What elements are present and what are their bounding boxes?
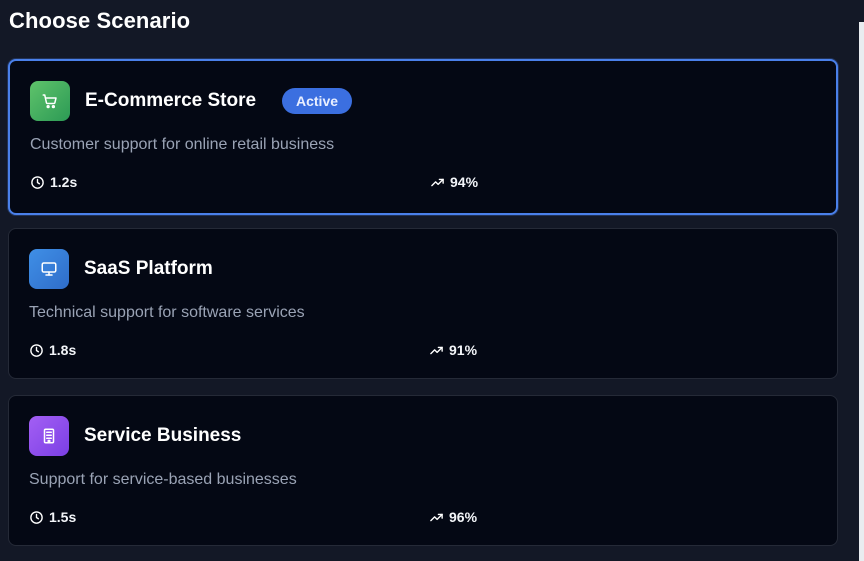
scenario-name: E-Commerce Store xyxy=(85,90,257,111)
building-icon xyxy=(29,416,69,456)
response-time-stat: 1.2s xyxy=(30,174,77,190)
response-time-value: 1.5s xyxy=(49,509,77,525)
scenario-panel: Choose Scenario E-Commerce Store Active … xyxy=(0,0,864,561)
trending-up-icon xyxy=(430,513,443,521)
active-badge: Active xyxy=(282,88,353,114)
clock-icon xyxy=(30,343,43,357)
page-title: Choose Scenario xyxy=(9,8,191,33)
scenario-description: Support for service-based businesses xyxy=(29,471,297,488)
response-time-stat: 1.8s xyxy=(29,342,76,358)
success-rate-stat: 91% xyxy=(429,342,477,358)
clock-icon xyxy=(30,510,43,524)
success-rate-value: 91% xyxy=(449,342,478,358)
trending-up-icon xyxy=(431,178,444,186)
scenario-card-ecommerce[interactable]: E-Commerce Store Active Customer support… xyxy=(8,59,838,215)
response-time-value: 1.8s xyxy=(49,342,77,358)
clock-icon xyxy=(31,175,44,189)
scenario-description: Technical support for software services xyxy=(29,304,305,321)
monitor-icon xyxy=(29,249,69,289)
success-rate-stat: 94% xyxy=(430,174,478,190)
success-rate-stat: 96% xyxy=(429,509,477,525)
scenario-name: SaaS Platform xyxy=(84,258,213,279)
success-rate-value: 94% xyxy=(450,174,479,190)
response-time-stat: 1.5s xyxy=(29,509,76,525)
response-time-value: 1.2s xyxy=(50,174,78,190)
success-rate-value: 96% xyxy=(449,509,478,525)
scenario-name: Service Business xyxy=(84,425,242,446)
scrollbar[interactable] xyxy=(859,22,864,561)
scenario-description: Customer support for online retail busin… xyxy=(30,136,335,153)
shopping-cart-icon xyxy=(30,81,70,121)
scenario-card-saas[interactable]: SaaS Platform Technical support for soft… xyxy=(8,228,838,379)
scenario-card-service[interactable]: Service Business Support for service-bas… xyxy=(8,395,838,546)
trending-up-icon xyxy=(430,346,443,354)
